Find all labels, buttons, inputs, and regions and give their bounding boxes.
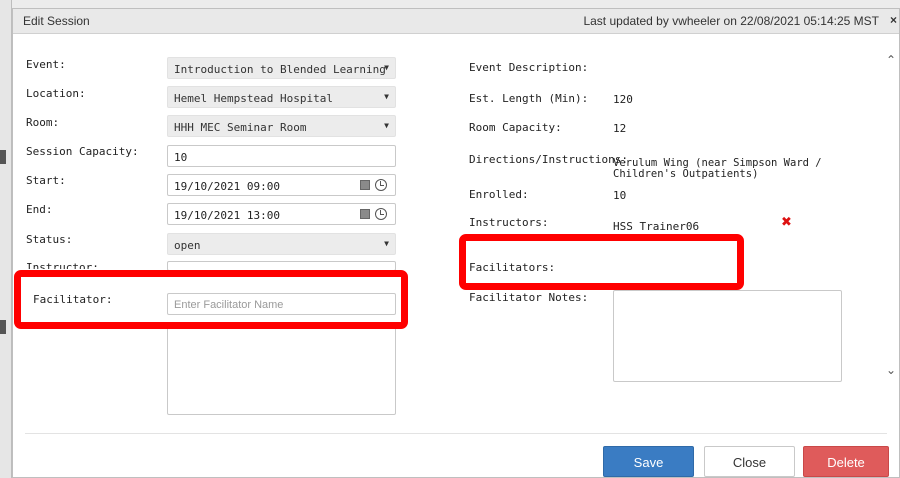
footer-divider [25,433,887,434]
save-button[interactable]: Save [603,446,694,477]
chevron-down-icon: ▼ [384,121,389,130]
end-datetime-value: 19/10/2021 13:00 [174,209,280,222]
start-datetime-value: 19/10/2021 09:00 [174,180,280,193]
room-select[interactable]: HHH MEC Seminar Room ▼ [167,115,396,137]
status-label: Status: [26,233,73,246]
room-capacity-label: Room Capacity: [469,121,562,134]
remove-instructor-icon[interactable]: ✖ [781,215,792,230]
close-button[interactable]: Close [704,446,795,477]
calendar-icon[interactable] [360,209,370,219]
event-label: Event: [26,58,66,71]
est-length-label: Est. Length (Min): [469,92,589,105]
enrolled-label: Enrolled: [469,188,529,201]
clock-icon[interactable] [375,179,387,191]
scroll-down-icon[interactable]: ⌄ [886,363,896,377]
background-window-edge [0,0,12,478]
directions-value-line2: Children's Outpatients) [613,168,759,180]
location-select[interactable]: Hemel Hempstead Hospital ▼ [167,86,396,108]
facilitator-notes-label: Facilitator Notes: [469,291,589,304]
highlight-box-facilitator [14,270,408,329]
dialog-title: Edit Session [23,14,90,28]
chevron-down-icon: ▼ [384,63,389,72]
last-updated-text: Last updated by vwheeler on 22/08/2021 0… [583,14,879,28]
est-length-value: 120 [613,93,633,106]
room-label: Room: [26,116,60,129]
status-select[interactable]: open ▼ [167,233,396,255]
facilitator-notes-textarea[interactable] [613,290,842,382]
event-select-value: Introduction to Blended Learning [174,63,386,76]
chevron-down-icon: ▼ [384,239,389,248]
session-capacity-label: Session Capacity: [26,145,139,158]
room-select-value: HHH MEC Seminar Room [174,121,307,134]
close-icon[interactable]: × [890,13,897,27]
instructors-label: Instructors: [469,216,549,229]
instructor-label: Instructor: [26,261,99,269]
location-label: Location: [26,87,86,100]
room-capacity-value: 12 [613,122,627,135]
session-capacity-input[interactable]: 10 [167,145,396,167]
background-strip [0,0,900,8]
background-marker [0,150,6,164]
event-description-label: Event Description: [469,61,589,74]
highlight-box-facilitators [459,234,744,290]
clock-icon[interactable] [375,208,387,220]
delete-button[interactable]: Delete [803,446,889,477]
edit-session-dialog: Edit Session Last updated by vwheeler on… [12,8,900,478]
event-select[interactable]: Introduction to Blended Learning ▼ [167,57,396,79]
facilitator-list-box[interactable] [167,323,396,415]
directions-label: Directions/Instructions: [469,153,628,166]
start-label: Start: [26,174,66,187]
instructors-value: HSS Trainer06 [613,220,700,233]
chevron-down-icon: ▼ [384,92,389,101]
status-select-value: open [174,239,201,252]
enrolled-value: 10 [613,189,627,202]
calendar-icon[interactable] [360,180,370,190]
scroll-up-icon[interactable]: ⌃ [886,53,896,67]
dialog-titlebar: Edit Session Last updated by vwheeler on… [13,9,899,34]
end-label: End: [26,203,53,216]
background-marker [0,320,6,334]
location-select-value: Hemel Hempstead Hospital [174,92,333,105]
